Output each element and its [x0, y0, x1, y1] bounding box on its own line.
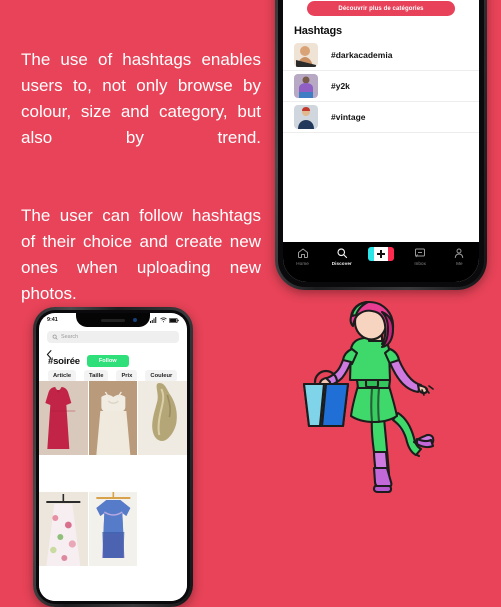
inbox-icon	[414, 247, 426, 259]
hashtag-thumbnail	[294, 43, 318, 67]
phone-mockup-discover: Jeans Chaussures	[275, 0, 487, 290]
hashtag-title: #soirée	[48, 355, 80, 367]
person-icon	[453, 247, 465, 259]
hashtag-label: #y2k	[331, 81, 350, 91]
phone-screen-hashtag: 9:41 Search #soirée Follow Article Taill…	[39, 313, 187, 601]
home-icon	[297, 247, 309, 259]
plus-icon[interactable]	[368, 247, 394, 261]
search-icon	[336, 247, 348, 259]
product-grid-item[interactable]	[39, 491, 88, 566]
tab-me-label: Me	[456, 261, 463, 266]
tab-me[interactable]: Me	[440, 247, 479, 266]
bottom-tab-bar: Home Discover Inbox Me	[283, 242, 479, 282]
tab-inbox-label: Inbox	[414, 261, 427, 266]
poster-canvas: The use of hashtags enables users to, no…	[0, 0, 501, 607]
status-time: 9:41	[47, 317, 58, 323]
search-bar[interactable]: Search	[47, 331, 179, 343]
signal-icon	[150, 317, 157, 323]
product-grid-item[interactable]	[88, 381, 138, 455]
speaker-grille	[101, 318, 125, 322]
search-icon	[52, 334, 58, 340]
product-grid-item[interactable]	[88, 491, 138, 566]
tab-discover[interactable]: Discover	[322, 247, 361, 266]
product-grid	[39, 381, 187, 601]
hashtag-thumbnail	[294, 74, 318, 98]
hashtags-heading: Hashtags	[294, 25, 342, 37]
hashtag-label: #darkacademia	[331, 50, 393, 60]
woman-shopping-illustration	[296, 300, 456, 500]
follow-button[interactable]: Follow	[86, 355, 129, 367]
search-input[interactable]: Search	[61, 334, 78, 340]
product-grid-item[interactable]	[39, 381, 88, 455]
hashtag-row[interactable]: #darkacademia	[283, 40, 479, 71]
hashtag-thumbnail	[294, 105, 318, 129]
phone-screen-discover: Jeans Chaussures	[283, 0, 479, 282]
wifi-icon	[159, 317, 167, 323]
product-grid-item[interactable]	[138, 491, 187, 566]
hashtag-label: #vintage	[331, 112, 366, 122]
product-grid-item[interactable]	[138, 381, 187, 455]
battery-icon	[169, 317, 179, 323]
copy-paragraph-1: The use of hashtags enables users to, no…	[21, 50, 261, 147]
status-indicators	[150, 317, 179, 323]
copy-block: The use of hashtags enables users to, no…	[21, 47, 261, 333]
tab-home-label: Home	[296, 261, 309, 266]
tab-create[interactable]	[361, 247, 400, 263]
hashtag-row[interactable]: #y2k	[283, 71, 479, 102]
phone-mockup-hashtag: 9:41 Search #soirée Follow Article Taill…	[33, 307, 193, 607]
phone-notch	[76, 313, 150, 327]
front-camera-icon	[133, 318, 137, 322]
tab-discover-label: Discover	[331, 261, 352, 266]
discover-more-categories-button[interactable]: Découvrir plus de catégories	[307, 1, 455, 16]
tab-home[interactable]: Home	[283, 247, 322, 266]
hashtag-header: #soirée Follow	[48, 355, 178, 367]
discover-scroll-area[interactable]: Jeans Chaussures	[283, 0, 479, 242]
tab-inbox[interactable]: Inbox	[401, 247, 440, 266]
hashtag-row[interactable]: #vintage	[283, 102, 479, 133]
